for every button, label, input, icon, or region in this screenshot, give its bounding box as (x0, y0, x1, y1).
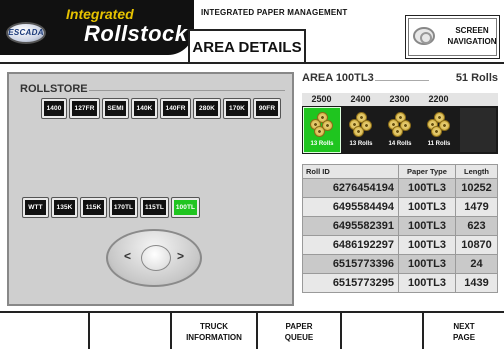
cell-paper-type: 100TL3 (398, 197, 456, 217)
footer-button-blank-3[interactable] (342, 313, 424, 349)
cell-paper-type: 100TL3 (398, 235, 456, 255)
cell-paper-type: 100TL3 (398, 216, 456, 236)
screen-navigation-line1: SCREEN (455, 26, 489, 35)
lane-tile-empty (460, 108, 496, 152)
lane-tile[interactable]: 14 Rolls (382, 108, 418, 152)
cell-paper-type: 100TL3 (398, 178, 456, 198)
screen-navigation-label: SCREEN NAVIGATION (446, 25, 498, 47)
rollstore-divider (89, 90, 285, 91)
screen-navigation-button[interactable]: SCREEN NAVIGATION (405, 15, 500, 59)
tab-area-details[interactable]: AREA DETAILS (188, 29, 306, 62)
truck-information-button[interactable]: TRUCK INFORMATION (172, 313, 258, 349)
table-row[interactable]: 6515773295 100TL3 1439 (302, 273, 498, 293)
lane-tiles: 13 Rolls 13 Rolls 14 Rolls 11 Rolls (302, 106, 498, 154)
header: ESCADA Integrated Rollstock INTEGRATED P… (0, 0, 504, 62)
area-button[interactable]: 1400 (42, 99, 66, 118)
cell-roll-id: 6515773295 (302, 273, 399, 293)
cell-paper-type: 100TL3 (398, 254, 456, 274)
scroll-left-button[interactable]: < (124, 249, 131, 263)
area-button[interactable]: 140FR (161, 99, 190, 118)
column-header-length[interactable]: Length (455, 164, 498, 179)
cell-roll-id: 6276454194 (302, 178, 399, 198)
area-button-selected[interactable]: 100TL (172, 198, 199, 217)
cell-length: 10870 (455, 235, 498, 255)
area-divider (375, 80, 429, 81)
main-content: ROLLSTORE 1400 127FR SEMI 140K 140FR 280… (0, 62, 504, 311)
next-page-button[interactable]: NEXT PAGE (424, 313, 504, 349)
lane-tile-selected[interactable]: 13 Rolls (303, 107, 341, 153)
area-header: AREA 100TL3 51 Rolls (302, 72, 498, 88)
lane-roll-count: 14 Rolls (388, 141, 412, 147)
brand-integrated: Integrated (66, 6, 134, 22)
table-row[interactable]: 6486192297 100TL3 10870 (302, 235, 498, 255)
cell-length: 1439 (455, 273, 498, 293)
lane-label: 2500 (311, 94, 332, 104)
paper-rolls-icon (347, 112, 375, 138)
area-button[interactable]: SEMI (103, 99, 128, 118)
lane-roll-count: 11 Rolls (427, 141, 451, 147)
area-button[interactable]: 135K (52, 198, 77, 217)
area-button[interactable]: 90FR (254, 99, 280, 118)
footer-button-line2: INFORMATION (186, 333, 242, 342)
area-button[interactable]: 170K (224, 99, 250, 118)
cell-length: 1479 (455, 197, 498, 217)
paper-rolls-icon (386, 112, 414, 138)
cell-roll-id: 6515773396 (302, 254, 399, 274)
cell-roll-id: 6495584494 (302, 197, 399, 217)
footer-button-blank-1[interactable] (0, 313, 90, 349)
area-button[interactable]: 127FR (70, 99, 99, 118)
cell-roll-id: 6486192297 (302, 235, 399, 255)
lane-tile[interactable]: 11 Rolls (421, 108, 457, 152)
area-button[interactable]: 115TL (141, 198, 168, 217)
footer-button-line1: NEXT (453, 322, 475, 331)
lane-label: 2200 (428, 94, 449, 104)
lane-roll-count: 13 Rolls (310, 141, 334, 147)
cell-length: 24 (455, 254, 498, 274)
area-button[interactable]: 170TL (110, 198, 137, 217)
scroll-right-button[interactable]: > (177, 249, 184, 263)
cell-paper-type: 100TL3 (398, 273, 456, 293)
lane-label: 2400 (350, 94, 371, 104)
roll-table: Roll ID Paper Type Length 6276454194 100… (302, 164, 498, 293)
app-title: INTEGRATED PAPER MANAGEMENT (201, 8, 348, 17)
footer-button-blank-2[interactable] (90, 313, 172, 349)
footer-button-line2: QUEUE (284, 333, 314, 342)
cell-length: 10252 (455, 178, 498, 198)
lane-header-row: 2500 2400 2300 2200 (302, 93, 498, 106)
area-button[interactable]: WTT (23, 198, 48, 217)
dpad-center-button[interactable] (141, 245, 171, 271)
area-button[interactable]: 115K (81, 198, 106, 217)
screen-navigation-line2: NAVIGATION (447, 37, 497, 46)
footer-button-line1: PAPER (285, 322, 313, 331)
table-header-row: Roll ID Paper Type Length (302, 164, 498, 179)
table-row[interactable]: 6495582391 100TL3 623 (302, 216, 498, 236)
disc-icon (413, 27, 435, 45)
direction-pad: < > (106, 229, 202, 287)
rollstore-panel: ROLLSTORE 1400 127FR SEMI 140K 140FR 280… (7, 72, 294, 306)
brand-rollstock: Rollstock (84, 21, 188, 46)
area-roll-count: 51 Rolls (455, 72, 498, 84)
footer-button-bar: TRUCK INFORMATION PAPER QUEUE NEXT PAGE (0, 311, 504, 349)
lane-label: 2300 (389, 94, 410, 104)
table-row[interactable]: 6515773396 100TL3 24 (302, 254, 498, 274)
logo-oval-text: ESCADA (8, 28, 44, 37)
lane-tile[interactable]: 13 Rolls (343, 108, 379, 152)
lane-roll-count: 13 Rolls (349, 141, 373, 147)
cell-length: 623 (455, 216, 498, 236)
area-name: AREA 100TL3 (302, 72, 374, 84)
paper-rolls-icon (308, 112, 336, 138)
area-button[interactable]: 140K (132, 99, 157, 118)
paper-queue-button[interactable]: PAPER QUEUE (258, 313, 342, 349)
paper-rolls-icon (425, 112, 453, 138)
rollstore-title: ROLLSTORE (20, 83, 88, 95)
footer-button-line1: TRUCK (200, 322, 228, 331)
area-button[interactable]: 280K (194, 99, 220, 118)
footer-button-line2: PAGE (452, 333, 476, 342)
app-logo: ESCADA Integrated Rollstock (0, 0, 194, 55)
table-row[interactable]: 6495584494 100TL3 1479 (302, 197, 498, 217)
table-row[interactable]: 6276454194 100TL3 10252 (302, 178, 498, 198)
column-header-roll-id[interactable]: Roll ID (302, 164, 399, 179)
cell-roll-id: 6495582391 (302, 216, 399, 236)
column-header-paper-type[interactable]: Paper Type (398, 164, 456, 179)
